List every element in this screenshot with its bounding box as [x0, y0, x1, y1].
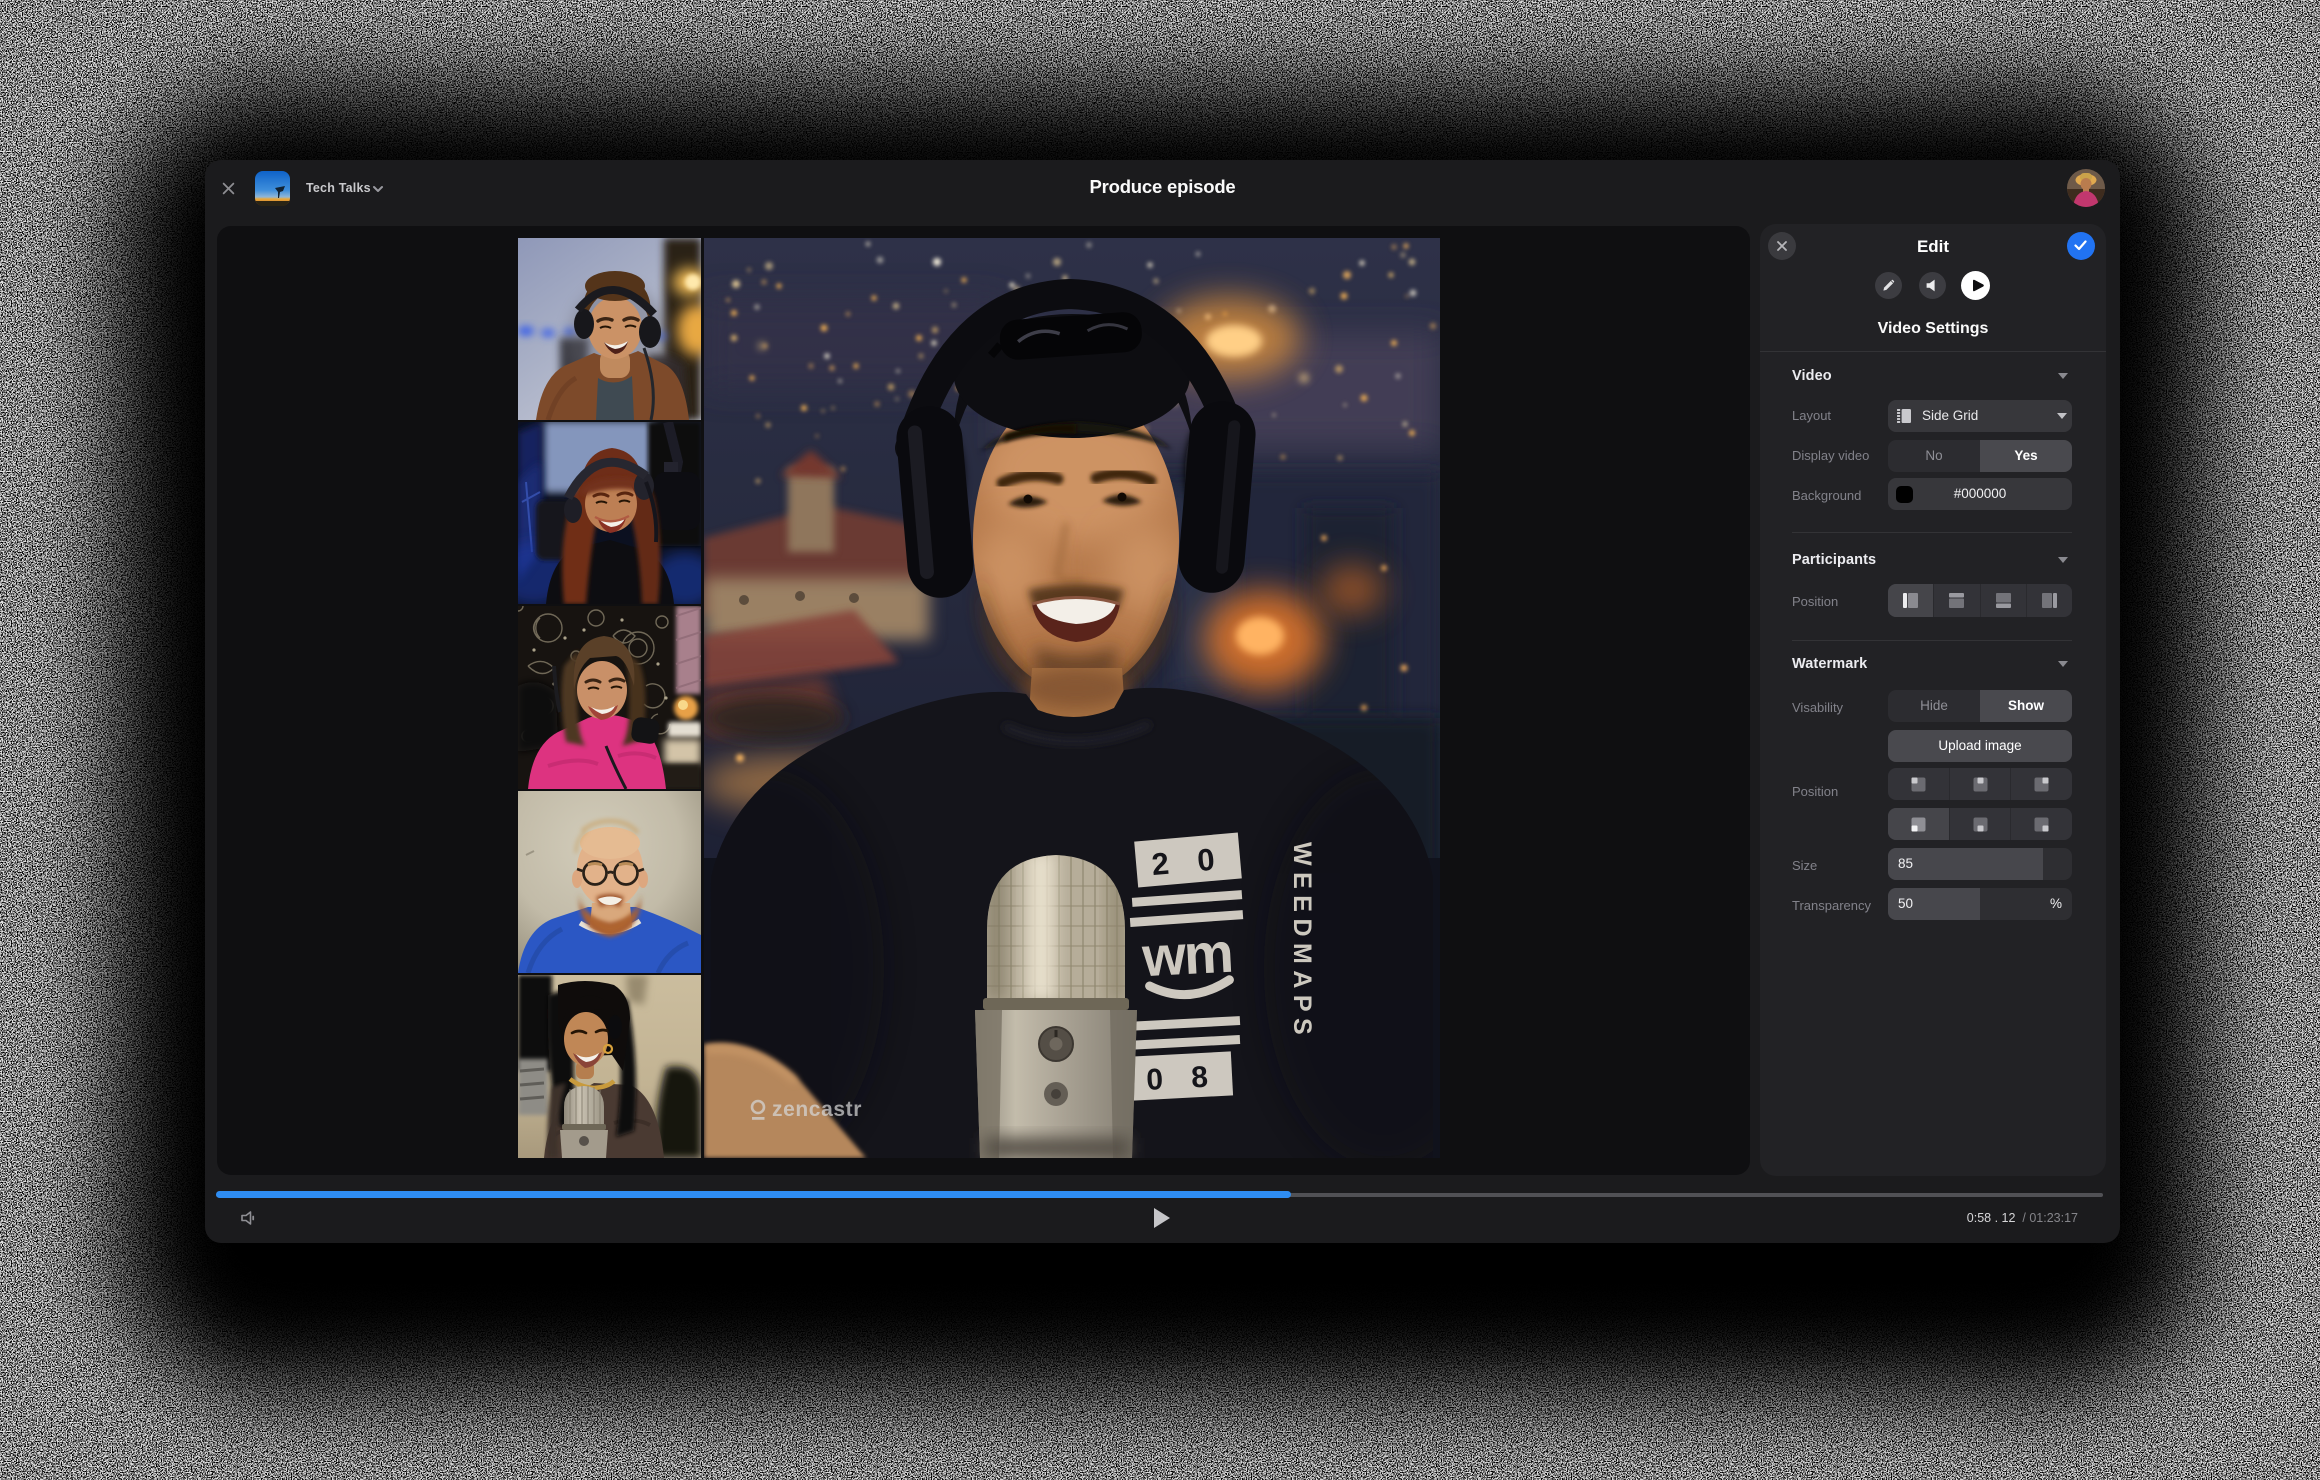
svg-text:wm: wm	[1140, 921, 1234, 989]
svg-text:2 0: 2 0	[1150, 841, 1226, 882]
svg-text:zencastr: zencastr	[772, 1098, 862, 1121]
svg-text:WEEDMAPS: WEEDMAPS	[1288, 842, 1316, 1041]
svg-text:0 8: 0 8	[1145, 1060, 1218, 1097]
